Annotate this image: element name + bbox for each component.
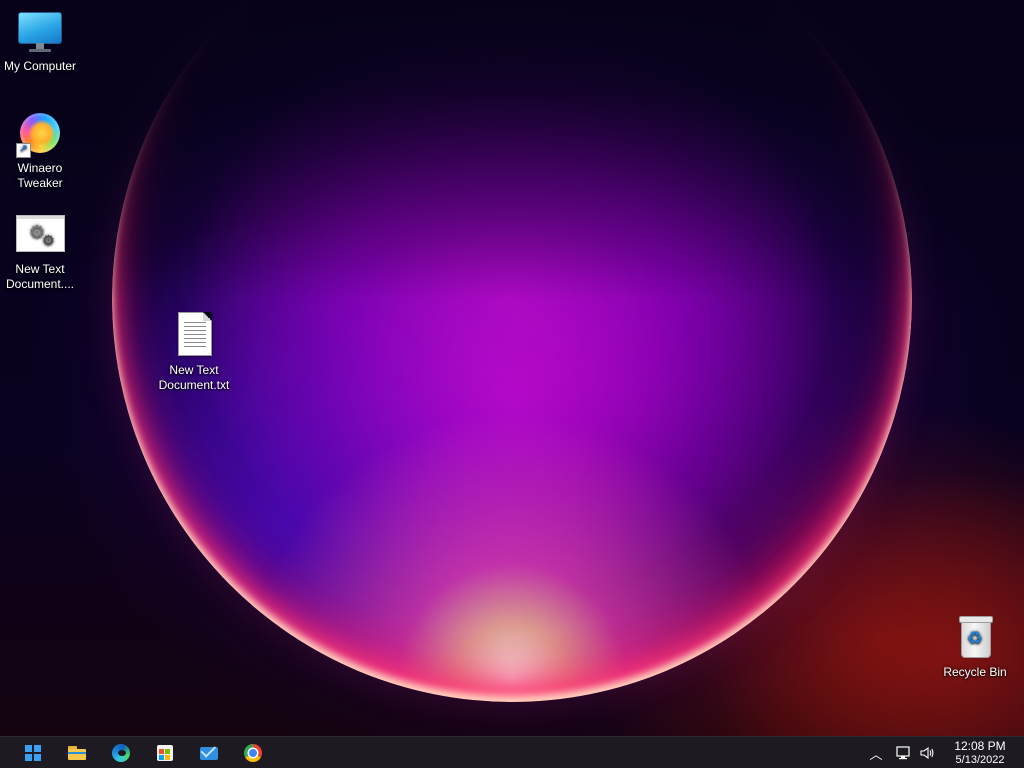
volume-icon	[920, 746, 934, 760]
desktop-icon-label: New Text Document.txt	[158, 363, 230, 392]
taskbar-chrome-button[interactable]	[233, 739, 273, 767]
clock-date: 5/13/2022	[955, 754, 1005, 766]
recycle-symbol-icon: ♻	[966, 628, 984, 648]
desktop-icon-new-text-document-txt[interactable]: New Text Document.txt	[154, 312, 234, 393]
taskbar: ︿ 12:08 PM 5/13/2022	[0, 736, 1024, 768]
taskbar-mail-button[interactable]	[189, 739, 229, 767]
windows-logo-icon	[25, 745, 41, 761]
winaero-tweaker-icon: ↗	[16, 110, 64, 158]
store-icon	[157, 745, 173, 761]
desktop-icon-new-text-document-settings[interactable]: ⚙ ⚙ New Text Document....	[0, 211, 80, 292]
wallpaper-fade	[0, 0, 1024, 300]
mail-icon	[200, 746, 218, 760]
desktop-icon-label: Winaero Tweaker	[17, 161, 63, 190]
taskbar-edge-button[interactable]	[101, 739, 141, 767]
chrome-icon	[244, 744, 262, 762]
text-document-icon	[170, 312, 218, 360]
network-icon	[896, 746, 910, 760]
taskbar-file-explorer-button[interactable]	[57, 739, 97, 767]
desktop-icon-label: My Computer	[3, 59, 77, 73]
network-button[interactable]	[892, 737, 914, 769]
monitor-icon	[16, 8, 64, 56]
chevron-up-icon: ︿	[869, 746, 883, 762]
gear-document-icon: ⚙ ⚙	[16, 211, 65, 259]
desktop-icon-winaero-tweaker[interactable]: ↗ Winaero Tweaker	[0, 110, 80, 191]
folder-icon	[68, 746, 86, 760]
desktop-icon-my-computer[interactable]: My Computer	[0, 8, 80, 74]
edge-icon	[112, 744, 130, 762]
desktop-icon-label: New Text Document....	[5, 262, 75, 291]
shortcut-arrow-icon: ↗	[16, 143, 31, 158]
taskbar-store-button[interactable]	[145, 739, 185, 767]
gear-icon: ⚙	[42, 232, 55, 248]
desktop[interactable]: My Computer ↗ Winaero Tweaker ⚙ ⚙ New Te…	[0, 0, 1024, 736]
taskbar-clock[interactable]: 12:08 PM 5/13/2022	[944, 737, 1016, 769]
start-button[interactable]	[13, 739, 53, 767]
desktop-icon-recycle-bin[interactable]: ♻ Recycle Bin	[935, 614, 1015, 680]
recycle-bin-icon: ♻	[951, 614, 999, 662]
show-hidden-icons-button[interactable]: ︿	[866, 737, 886, 769]
clock-time: 12:08 PM	[954, 739, 1006, 753]
volume-button[interactable]	[916, 737, 938, 769]
desktop-icon-label: Recycle Bin	[943, 665, 1007, 679]
